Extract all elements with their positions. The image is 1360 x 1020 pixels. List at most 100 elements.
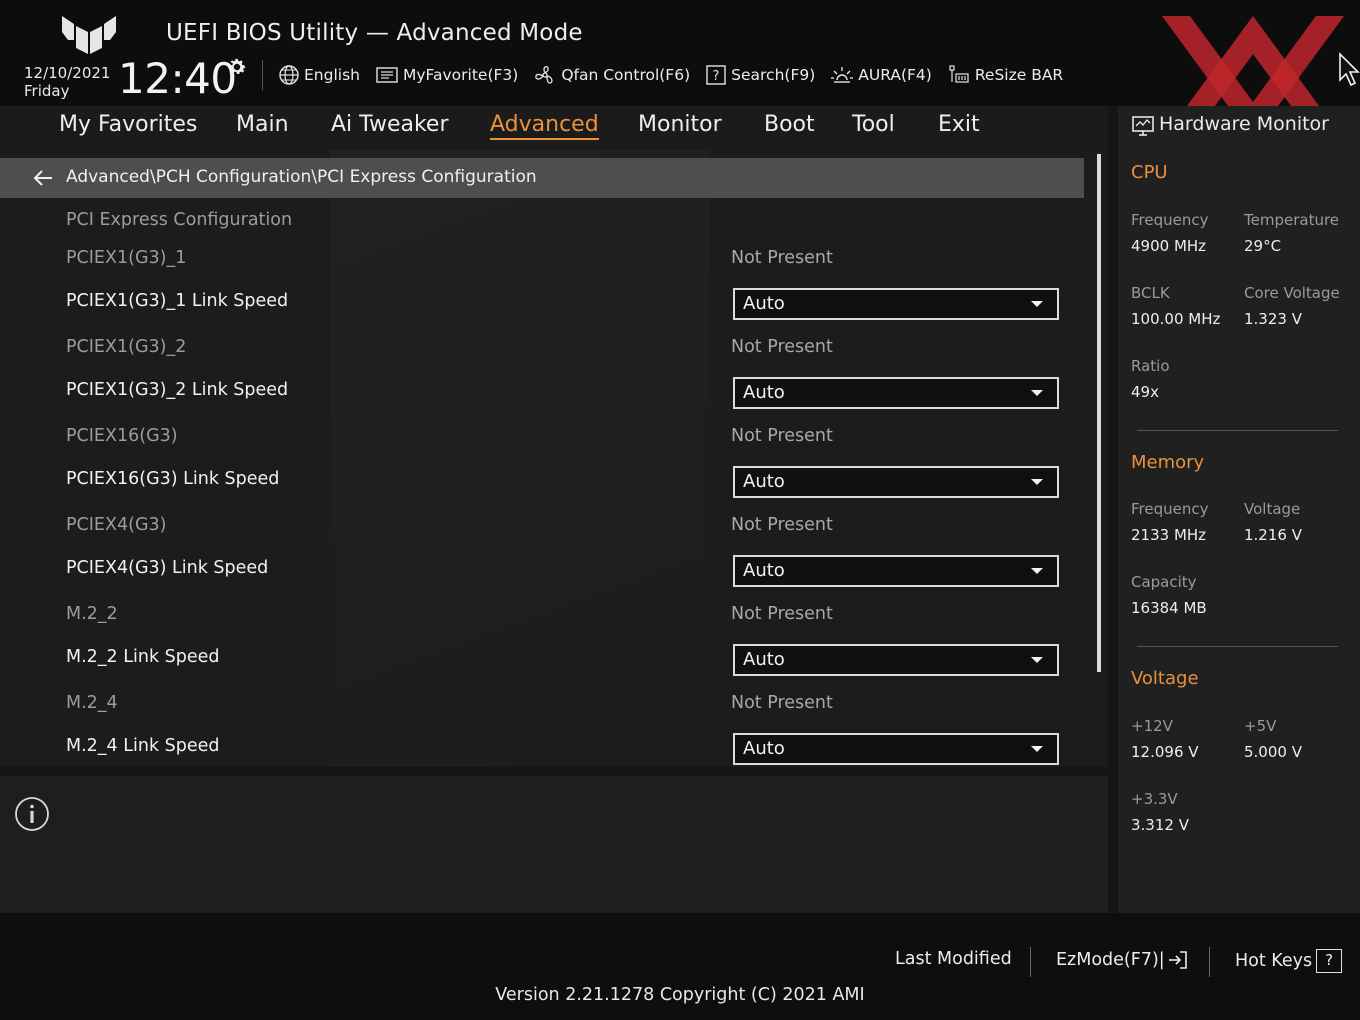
date-text: 12/10/2021	[24, 64, 111, 82]
toolbar: English MyFavorite(F3) Qfan Control(F6)	[278, 62, 1078, 88]
setting-row: PCIEX16(G3) Not Present	[0, 424, 1084, 464]
search-label: Search(F9)	[731, 66, 816, 84]
gear-icon[interactable]	[226, 56, 248, 78]
link-speed-dropdown[interactable]: Auto	[733, 377, 1059, 409]
link-speed-label: M.2_2 Link Speed	[66, 647, 220, 667]
tab-boot[interactable]: Boot	[764, 112, 815, 137]
qfan-control-button[interactable]: Qfan Control(F6)	[533, 64, 690, 86]
slot-status: Not Present	[731, 426, 833, 446]
cpu-heading: CPU	[1131, 162, 1168, 183]
globe-icon	[279, 65, 299, 85]
dropdown-value: Auto	[743, 560, 785, 581]
link-speed-label: PCIEX1(G3)_2 Link Speed	[66, 380, 289, 400]
last-modified-button[interactable]: Last Modified	[895, 949, 1012, 969]
myfavorite-label: MyFavorite(F3)	[402, 66, 519, 84]
slot-status: Not Present	[731, 337, 833, 357]
myfavorite-button[interactable]: MyFavorite(F3)	[375, 65, 518, 85]
day-text: Friday	[24, 82, 70, 100]
tab-tool[interactable]: Tool	[852, 112, 895, 137]
memory-voltage-value: 1.216 V	[1244, 526, 1302, 544]
search-button[interactable]: ? Search(F9)	[705, 64, 815, 86]
setting-row: M.2_2 Not Present	[0, 602, 1084, 642]
v33-label: +3.3V	[1131, 790, 1178, 808]
link-speed-dropdown[interactable]: Auto	[733, 555, 1059, 587]
link-speed-dropdown[interactable]: Auto	[733, 288, 1059, 320]
aura-light-icon	[831, 67, 854, 83]
link-speed-label: M.2_4 Link Speed	[66, 736, 220, 756]
slot-label: PCIEX16(G3)	[66, 426, 178, 446]
breadcrumb-path: Advanced\PCH Configuration\PCI Express C…	[66, 167, 537, 187]
fan-icon	[535, 66, 553, 84]
core-voltage-label: Core Voltage	[1244, 284, 1340, 302]
aura-label: AURA(F4)	[858, 66, 932, 84]
back-arrow-icon[interactable]	[32, 169, 54, 187]
v5-label: +5V	[1244, 717, 1277, 735]
chevron-down-icon	[1031, 301, 1043, 307]
version-text: Version 2.21.1278 Copyright (C) 2021 AMI	[495, 985, 865, 1005]
section-divider	[1137, 430, 1338, 431]
setting-row[interactable]: M.2_2 Link Speed Auto	[0, 643, 1084, 683]
link-speed-dropdown[interactable]: Auto	[733, 466, 1059, 498]
language-label: English	[304, 66, 360, 84]
tab-advanced[interactable]: Advanced	[490, 112, 599, 140]
resize-bar-button[interactable]: ReSize BAR	[947, 64, 1063, 86]
capacity-label: Capacity	[1131, 573, 1197, 591]
aura-button[interactable]: AURA(F4)	[830, 64, 932, 86]
ratio-value: 49x	[1131, 383, 1159, 401]
cpu-temperature-label: Temperature	[1244, 211, 1340, 229]
link-speed-dropdown[interactable]: Auto	[733, 644, 1059, 676]
link-speed-label: PCIEX1(G3)_1 Link Speed	[66, 291, 289, 311]
clock-time[interactable]: 12:40	[118, 54, 237, 103]
setting-row[interactable]: PCIEX1(G3)_1 Link Speed Auto	[0, 287, 1084, 327]
language-button[interactable]: English	[278, 64, 360, 86]
header-bar: UEFI BIOS Utility — Advanced Mode 12/10/…	[0, 0, 1360, 140]
breadcrumb[interactable]: Advanced\PCH Configuration\PCI Express C…	[0, 158, 1084, 198]
tab-monitor[interactable]: Monitor	[638, 112, 722, 137]
slot-label: PCIEX1(G3)_1	[66, 248, 187, 268]
slot-label: M.2_4	[66, 693, 118, 713]
tab-exit[interactable]: Exit	[938, 112, 980, 137]
slot-status: Not Present	[731, 693, 833, 713]
memory-frequency-value: 2133 MHz	[1131, 526, 1207, 544]
help-info-panel	[0, 776, 1108, 913]
footer-divider	[1030, 947, 1031, 977]
ezmode-button[interactable]: EzMode(F7)|	[1056, 949, 1189, 971]
header-divider	[262, 60, 263, 90]
favorite-icon	[376, 67, 398, 83]
chevron-down-icon	[1031, 746, 1043, 752]
capacity-value: 16384 MB	[1131, 599, 1207, 617]
footer-bar: Last Modified EzMode(F7)| Hot Keys ? Ver…	[0, 913, 1360, 1020]
dropdown-value: Auto	[743, 471, 785, 492]
main-menu-tabs: My Favorites Main Ai Tweaker Advanced Mo…	[0, 106, 1108, 150]
setting-row[interactable]: PCIEX1(G3)_2 Link Speed Auto	[0, 376, 1084, 416]
dropdown-value: Auto	[743, 382, 785, 403]
qfan-control-label: Qfan Control(F6)	[561, 66, 691, 84]
setting-row[interactable]: M.2_4 Link Speed Auto	[0, 732, 1084, 767]
ezmode-label: EzMode(F7)|	[1056, 950, 1165, 970]
tab-my-favorites[interactable]: My Favorites	[59, 112, 197, 137]
svg-text:?: ?	[713, 69, 720, 84]
setting-row[interactable]: PCIEX4(G3) Link Speed Auto	[0, 554, 1084, 594]
setting-row[interactable]: PCIEX16(G3) Link Speed Auto	[0, 465, 1084, 505]
tab-main[interactable]: Main	[236, 112, 289, 137]
hot-keys-button[interactable]: Hot Keys ?	[1235, 949, 1343, 973]
exit-arrow-icon	[1168, 951, 1187, 969]
slot-label: PCIEX1(G3)_2	[66, 337, 187, 357]
core-voltage-value: 1.323 V	[1244, 310, 1302, 328]
dropdown-value: Auto	[743, 738, 785, 759]
app-title: UEFI BIOS Utility — Advanced Mode	[166, 20, 583, 46]
tuf-logo-icon	[62, 16, 116, 54]
dropdown-value: Auto	[743, 649, 785, 670]
link-speed-label: PCIEX16(G3) Link Speed	[66, 469, 280, 489]
slot-status: Not Present	[731, 248, 833, 268]
tab-ai-tweaker[interactable]: Ai Tweaker	[331, 112, 449, 137]
link-speed-dropdown[interactable]: Auto	[733, 733, 1059, 765]
info-icon	[15, 797, 49, 831]
hot-keys-help-icon: ?	[1316, 949, 1343, 973]
v5-value: 5.000 V	[1244, 743, 1302, 761]
slot-status: Not Present	[731, 515, 833, 535]
scrollbar[interactable]	[1097, 154, 1101, 672]
slot-status: Not Present	[731, 604, 833, 624]
ratio-label: Ratio	[1131, 357, 1170, 375]
hardware-monitor-panel: Hardware Monitor CPU Frequency 4900 MHz …	[1118, 106, 1360, 913]
